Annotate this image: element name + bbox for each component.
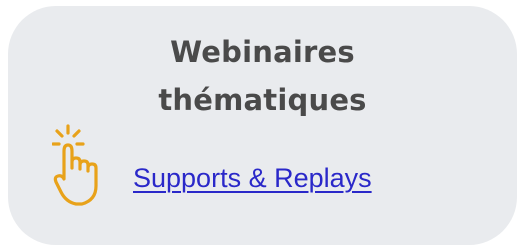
card-title: Webinaires thématiques	[8, 28, 517, 124]
hand-pointer-click-icon	[52, 124, 98, 206]
supports-replays-link[interactable]: Supports & Replays	[133, 161, 372, 195]
webinar-card: Webinaires thématiques Supports & Replay…	[8, 6, 517, 245]
card-title-line-1: Webinaires	[170, 35, 355, 69]
card-title-line-2: thématiques	[158, 83, 367, 117]
